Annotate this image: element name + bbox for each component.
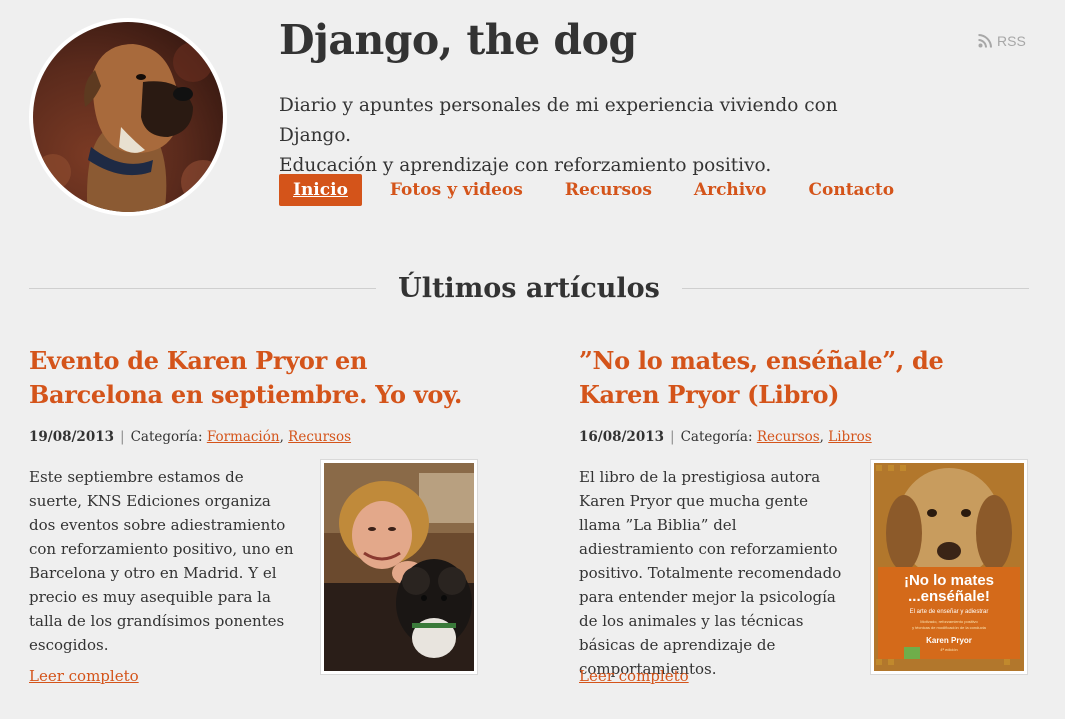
article-body: Este septiembre estamos de suerte, KNS E… [29, 459, 479, 685]
category-link[interactable]: Formación [207, 429, 280, 445]
meta-separator: | [670, 429, 675, 445]
read-more-link[interactable]: Leer completo [29, 667, 139, 685]
site-tagline: Diario y apuntes personales de mi experi… [279, 91, 879, 181]
cover-title-line-1: ¡No lo mates [904, 572, 994, 589]
article-meta: 16/08/2013 | Categoría: Recursos, Libros [579, 429, 872, 445]
cover-edition: 4ª edición [940, 647, 958, 652]
article-excerpt: El libro de la prestigiosa autora Karen … [579, 468, 842, 678]
article-body: El libro de la prestigiosa autora Karen … [579, 459, 1029, 685]
book-cover-image: ¡No lo mates ...enséñale! El arte de ens… [874, 463, 1024, 671]
cover-subtitle: El arte de enseñar y adiestrar [910, 609, 989, 615]
article-card: ”No lo mates, enséñale”, de Karen Pryor … [579, 344, 1029, 685]
article-title[interactable]: Evento de Karen Pryor en Barcelona en se… [29, 344, 479, 416]
cover-title-line-2: ...enséñale! [908, 588, 990, 605]
site-title[interactable]: Django, the dog [279, 16, 637, 64]
category-link[interactable]: Recursos [288, 429, 351, 445]
article-date: 16/08/2013 [579, 429, 665, 445]
site-avatar[interactable] [29, 18, 227, 216]
divider-right [681, 287, 1030, 289]
category-link[interactable]: Libros [828, 429, 871, 445]
cover-fine-print-1: Motivado, reforzamiento positivo [920, 619, 978, 624]
woman-with-dog-photo [324, 463, 474, 671]
tagline-line-2: Educación y aprendizaje con reforzamient… [279, 155, 772, 176]
category-label: Categoría: [130, 429, 203, 445]
article-thumbnail[interactable] [320, 459, 478, 675]
tagline-line-1: Diario y apuntes personales de mi experi… [279, 95, 838, 146]
article-thumbnail[interactable]: ¡No lo mates ...enséñale! El arte de ens… [870, 459, 1028, 675]
article-excerpt: Este septiembre estamos de suerte, KNS E… [29, 468, 294, 654]
rss-link[interactable]: RSS [978, 33, 1026, 49]
category-link[interactable]: Recursos [757, 429, 820, 445]
publisher-logo [904, 647, 920, 659]
rss-icon [978, 34, 992, 48]
boxer-dog-photo [33, 22, 223, 212]
nav-item-fotos-y-videos[interactable]: Fotos y videos [390, 180, 523, 200]
category-label: Categoría: [680, 429, 753, 445]
latest-articles-header: Últimos artículos [29, 268, 1030, 308]
nav-item-contacto[interactable]: Contacto [808, 180, 894, 200]
article-date: 19/08/2013 [29, 429, 115, 445]
article-card: Evento de Karen Pryor en Barcelona en se… [29, 344, 479, 685]
main-nav: Inicio Fotos y videos Recursos Archivo C… [279, 174, 936, 206]
nav-item-archivo[interactable]: Archivo [694, 180, 767, 200]
meta-separator: | [120, 429, 125, 445]
nav-item-recursos[interactable]: Recursos [565, 180, 652, 200]
nav-item-inicio[interactable]: Inicio [279, 174, 362, 206]
article-title[interactable]: ”No lo mates, enséñale”, de Karen Pryor … [579, 344, 1029, 416]
article-meta: 19/08/2013 | Categoría: Formación, Recurso… [29, 429, 352, 445]
read-more-link[interactable]: Leer completo [579, 667, 689, 685]
section-title: Últimos artículos [398, 272, 660, 304]
rss-label: RSS [997, 33, 1026, 49]
cover-fine-print-2: y técnicas de modificación de la conduct… [912, 625, 987, 630]
cover-author: Karen Pryor [926, 636, 972, 645]
divider-left [29, 287, 377, 289]
